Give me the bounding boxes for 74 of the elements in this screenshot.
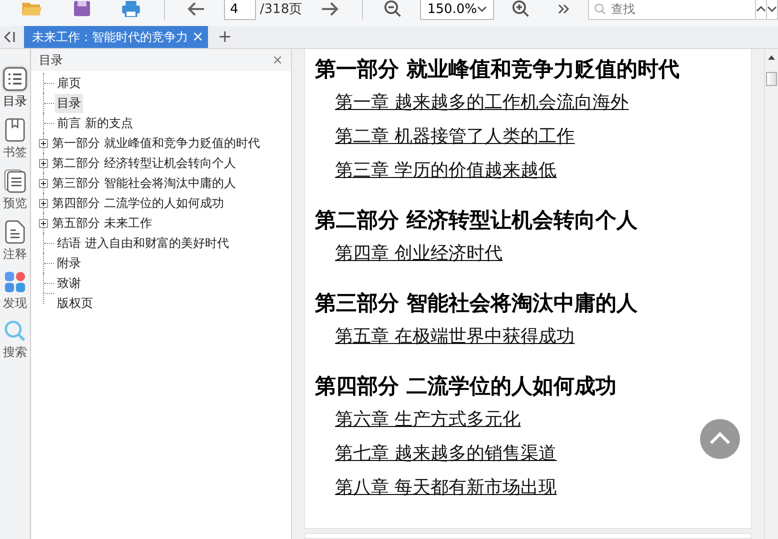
zoom-dropdown[interactable]: 150.0%: [420, 0, 494, 20]
part-heading: 第四部分 二流学位的人如何成功: [315, 373, 618, 400]
search-icon: [594, 3, 606, 15]
chapter-link[interactable]: 第五章 在极端世界中获得成功: [335, 326, 575, 347]
print-icon[interactable]: [120, 1, 142, 17]
double-chevron-icon[interactable]: [558, 4, 570, 14]
expand-toggle[interactable]: [39, 198, 48, 208]
search-icon: [4, 320, 26, 342]
save-icon[interactable]: [72, 1, 92, 17]
tab-title: 未来工作：智能时代的竞争力: [32, 28, 188, 46]
sidebar-tab-label: 搜索: [3, 344, 27, 361]
toc-item[interactable]: 目录: [55, 94, 83, 112]
sidebar-tab[interactable]: 书签: [3, 118, 27, 161]
close-tab-button[interactable]: ×: [192, 29, 204, 45]
part-heading: 第三部分 智能社会将淘汰中庸的人: [315, 290, 638, 317]
chapter-link[interactable]: 第八章 每天都有新市场出现: [335, 477, 557, 498]
toc-item[interactable]: 版权页: [55, 294, 95, 312]
back-to-top-button[interactable]: [700, 419, 740, 459]
toc-item[interactable]: 扉页: [55, 74, 83, 92]
zoom-in-icon[interactable]: [512, 0, 530, 18]
toc-item[interactable]: 第五部分 未来工作: [50, 214, 154, 232]
next-result-button[interactable]: [766, 0, 778, 20]
sidebar-tab-label: 目录: [3, 93, 27, 110]
sidebar-tab[interactable]: 注释: [3, 220, 27, 263]
chapter-link[interactable]: 第一章 越来越多的工作机会流向海外: [335, 92, 629, 113]
chevron-down-icon: [477, 6, 487, 12]
chapter-link[interactable]: 第四章 创业经济时代: [335, 243, 503, 264]
scrollbar[interactable]: [764, 49, 778, 539]
chapter-link[interactable]: 第二章 机器接管了人类的工作: [335, 126, 575, 147]
chapter-link[interactable]: 第三章 学历的价值越来越低: [335, 160, 557, 181]
sidebar-tab[interactable]: 发现: [3, 271, 27, 312]
list-icon: [3, 67, 27, 91]
app-grid-icon: [4, 271, 26, 293]
collapse-panel-icon[interactable]: [4, 31, 16, 43]
bookmark-icon: [5, 118, 25, 142]
back-arrow-icon[interactable]: [186, 1, 206, 17]
toc-item[interactable]: 附录: [55, 254, 83, 272]
pages-icon: [4, 169, 26, 193]
expand-toggle[interactable]: [39, 158, 48, 168]
sidebar-tab[interactable]: 目录: [3, 67, 27, 110]
sidebar-tab-label: 注释: [3, 246, 27, 263]
sidebar-tab[interactable]: 预览: [3, 169, 27, 212]
document-tab[interactable]: 未来工作：智能时代的竞争力 ×: [24, 26, 208, 48]
expand-toggle[interactable]: [39, 138, 48, 148]
document-icon: [5, 220, 25, 244]
expand-toggle[interactable]: [39, 178, 48, 188]
chapter-link[interactable]: 第七章 越来越多的销售渠道: [335, 443, 557, 464]
scrollbar-thumb[interactable]: [766, 72, 777, 86]
toc-item[interactable]: 致谢: [55, 274, 83, 292]
new-tab-button[interactable]: +: [218, 27, 232, 47]
chapter-link[interactable]: 第六章 生产方式多元化: [335, 409, 521, 430]
toc-item[interactable]: 结语 进入自由和财富的美好时代: [55, 234, 231, 252]
toc-item[interactable]: 前言 新的支点: [55, 114, 135, 132]
toc-item[interactable]: 第一部分 就业峰值和竞争力贬值的时代: [50, 134, 262, 152]
expand-toggle[interactable]: [39, 218, 48, 228]
sidebar-tab-label: 预览: [3, 195, 27, 212]
zoom-out-icon[interactable]: [384, 0, 402, 18]
sidebar-tab-label: 发现: [3, 295, 27, 312]
page-total: /318页: [260, 1, 302, 18]
search-field[interactable]: 查找: [588, 0, 756, 20]
part-heading: 第二部分 经济转型让机会转向个人: [315, 207, 638, 234]
chevron-down-icon: [767, 6, 777, 12]
panel-title: 目录: [39, 52, 63, 68]
sidebar-tab-label: 书签: [3, 144, 27, 161]
toc-item[interactable]: 第四部分 二流学位的人如何成功: [50, 194, 226, 212]
toc-item[interactable]: 第三部分 智能社会将淘汰中庸的人: [50, 174, 238, 192]
chevron-up-icon: [756, 6, 766, 12]
part-heading: 第一部分 就业峰值和竞争力贬值的时代: [315, 56, 680, 83]
toc-item[interactable]: 第二部分 经济转型让机会转向个人: [50, 154, 238, 172]
scroll-up-icon[interactable]: [768, 55, 775, 60]
sidebar-tab[interactable]: 搜索: [3, 320, 27, 361]
page-number-field[interactable]: 4: [224, 0, 256, 20]
close-panel-button[interactable]: ×: [272, 52, 283, 68]
forward-arrow-icon[interactable]: [320, 1, 340, 17]
